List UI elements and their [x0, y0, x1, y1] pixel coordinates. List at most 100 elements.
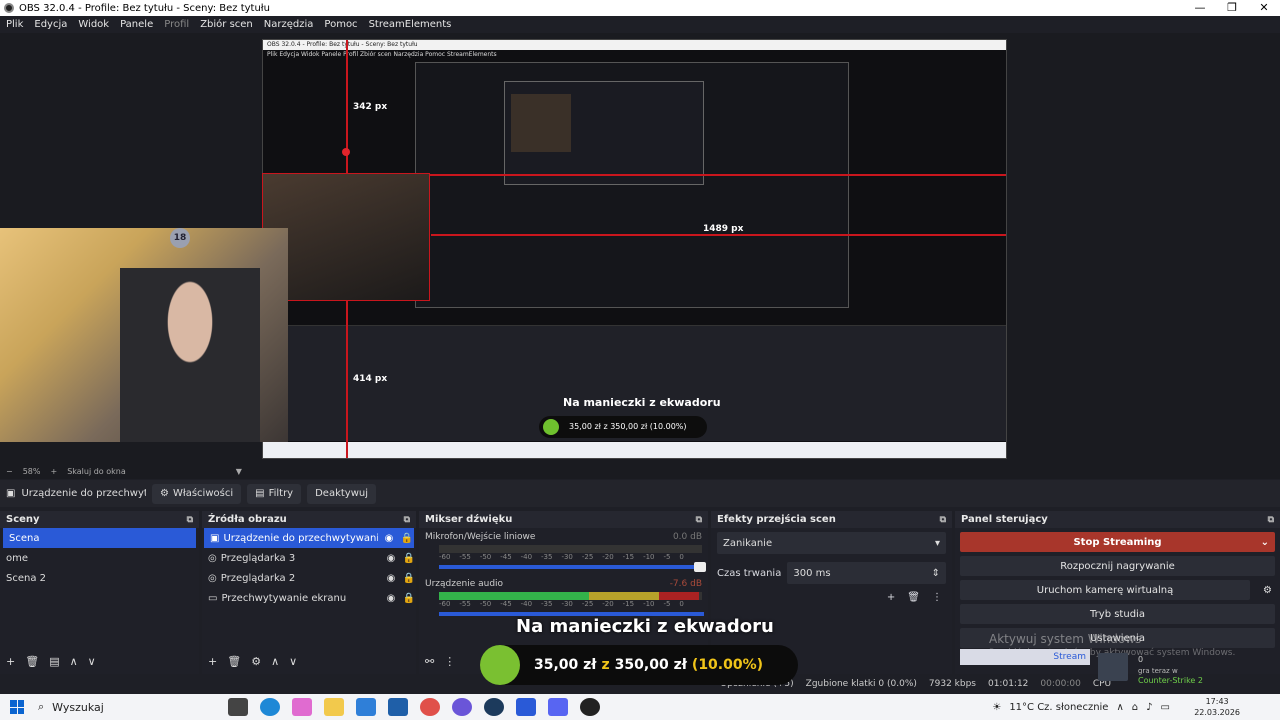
minimize-button[interactable]: — [1184, 0, 1216, 16]
network-icon[interactable]: ⌂ [1132, 702, 1138, 713]
gear-icon[interactable]: ⚙ [1263, 585, 1272, 596]
menu-edycja[interactable]: Edycja [28, 19, 72, 30]
eye-icon[interactable]: ◉ [382, 533, 396, 544]
menu-profil[interactable]: Profil [158, 19, 194, 30]
zoom-out-button[interactable]: − [6, 467, 13, 476]
eye-icon[interactable]: ◉ [384, 573, 398, 584]
guide-handle[interactable] [342, 148, 350, 156]
deactivate-button[interactable]: Deaktywuj [307, 483, 376, 504]
move-up-icon[interactable]: ∧ [271, 655, 279, 668]
menu-pomoc[interactable]: Pomoc [318, 19, 362, 30]
lock-icon[interactable]: 🔒 [402, 573, 416, 584]
windows-taskbar: ⌕ Wyszukaj ☀ 11°C Cz. słonecznie ∧ ⌂ ♪ ▭… [0, 694, 1280, 720]
lock-icon[interactable]: 🔒 [402, 553, 416, 564]
copilot-icon[interactable] [292, 698, 312, 716]
move-up-icon[interactable]: ∧ [70, 655, 78, 668]
close-button[interactable]: ✕ [1248, 0, 1280, 16]
source-item[interactable]: ▣ Urządzenie do przechwytywania wideo ◉ … [204, 528, 414, 548]
volume-slider[interactable] [439, 562, 706, 572]
trash-icon[interactable]: 🗑 [907, 592, 920, 603]
studio-mode-button[interactable]: Tryb studia [960, 604, 1275, 624]
trash-icon[interactable]: 🗑 [25, 655, 39, 668]
duration-input[interactable]: 300 ms ⇕ [787, 562, 946, 584]
outlook-icon[interactable] [356, 698, 376, 716]
editor-icon[interactable] [516, 698, 536, 716]
volume-meter [439, 545, 702, 553]
more-icon[interactable]: ⋮ [932, 592, 942, 603]
weather-text[interactable]: 11°C Cz. słonecznie [1009, 702, 1108, 713]
steam-icon[interactable] [484, 698, 504, 716]
menu-zbior-scen[interactable]: Zbiór scen [194, 19, 258, 30]
lock-icon[interactable]: 🔒 [402, 593, 416, 604]
zoom-mode-select[interactable]: Skaluj do okna [67, 467, 126, 476]
teams-icon[interactable] [548, 698, 568, 716]
scene-item[interactable]: Scena 2 [0, 568, 199, 588]
source-item[interactable]: ◎ Przeglądarka 3 ◉ 🔒 [202, 548, 416, 568]
trash-icon[interactable]: 🗑 [227, 655, 241, 668]
zoom-in-button[interactable]: + [50, 467, 57, 476]
start-recording-button[interactable]: Rozpocznij nagrywanie [960, 556, 1275, 576]
taskbar-search[interactable]: ⌕ Wyszukaj [38, 700, 218, 714]
more-icon[interactable]: ⋮ [444, 655, 455, 668]
discord-icon[interactable] [452, 698, 472, 716]
slider-knob[interactable] [694, 562, 706, 572]
undock-icon[interactable]: ⧉ [940, 515, 946, 525]
edge-icon[interactable] [260, 698, 280, 716]
scene-item[interactable]: ome [0, 548, 199, 568]
battery-icon[interactable]: ▭ [1161, 702, 1170, 713]
store-icon[interactable] [388, 698, 408, 716]
opera-icon[interactable] [420, 698, 440, 716]
move-down-icon[interactable]: ∨ [88, 655, 96, 668]
mixer-channel-desktop: Urządzenie audio -7.6 dB -60 -55 -50 -45 -40… [419, 575, 708, 616]
transition-select[interactable]: Zanikanie ▾ [717, 532, 946, 554]
taskbar-clock[interactable]: 17:43 22.03.2026 [1194, 696, 1240, 718]
virtual-camera-button[interactable]: Uruchom kamerę wirtualną ⚙ [960, 580, 1272, 600]
coin-icon [480, 645, 520, 685]
filter-icon[interactable]: ▤ [49, 655, 59, 668]
chevron-up-icon[interactable]: ∧ [1116, 702, 1123, 713]
add-transition-icon[interactable]: + [887, 592, 895, 603]
obs-taskbar-icon[interactable] [580, 698, 600, 716]
add-source-icon[interactable]: + [208, 655, 217, 668]
nested-obs-title: OBS 32.0.4 - Profile: Bez tytułu - Sceny… [263, 40, 1006, 50]
gear-icon[interactable]: ⚙ [251, 655, 261, 668]
task-view-icon[interactable] [228, 698, 248, 716]
menu-widok[interactable]: Widok [72, 19, 114, 30]
source-toolbar: ▣ Urządzenie do przechwyt ⚙ Właściwości … [0, 480, 1280, 507]
chevron-down-icon[interactable]: ⌄ [1261, 537, 1269, 548]
webcam-source[interactable]: 18 [0, 228, 288, 442]
undock-icon[interactable]: ⧉ [696, 515, 702, 525]
spinner-icon[interactable]: ⇕ [932, 568, 940, 579]
nested-overlay-title: Na manieczki z ekwadoru [563, 396, 721, 409]
move-down-icon[interactable]: ∨ [289, 655, 297, 668]
camera-icon: ▣ [210, 532, 220, 544]
stop-streaming-button[interactable]: Stop Streaming ⌄ [960, 532, 1275, 552]
filters-button[interactable]: ▤ Filtry [247, 483, 302, 504]
properties-button[interactable]: ⚙ Właściwości [152, 483, 242, 504]
eye-icon[interactable]: ◉ [384, 553, 398, 564]
source-item[interactable]: ▭ Przechwytywanie ekranu ◉ 🔒 [202, 588, 416, 608]
scene-item[interactable]: Scena [3, 528, 196, 548]
add-scene-icon[interactable]: + [6, 655, 15, 668]
monitor-icon: ▭ [208, 592, 218, 604]
windows-start-icon[interactable] [10, 700, 24, 714]
menu-streamelements[interactable]: StreamElements [363, 19, 457, 30]
undock-icon[interactable]: ⧉ [187, 515, 193, 525]
window-title: OBS 32.0.4 - Profile: Bez tytułu - Sceny… [19, 2, 270, 14]
chevron-down-icon[interactable]: ▼ [236, 467, 242, 476]
menu-plik[interactable]: Plik [0, 19, 28, 30]
viewer-count: 0 [1138, 655, 1144, 664]
menu-narzedzia[interactable]: Narzędzia [258, 19, 319, 30]
undock-icon[interactable]: ⧉ [404, 515, 410, 525]
speaker-icon[interactable]: ♪ [1146, 702, 1152, 713]
lock-icon[interactable]: 🔒 [400, 533, 414, 544]
source-item[interactable]: ◎ Przeglądarka 2 ◉ 🔒 [202, 568, 416, 588]
maximize-button[interactable]: ❐ [1216, 0, 1248, 16]
preview-area[interactable]: OBS 32.0.4 - Profile: Bez tytułu - Sceny… [0, 33, 1280, 463]
eye-icon[interactable]: ◉ [384, 593, 398, 604]
stream-button[interactable]: Stream [960, 649, 1090, 665]
menu-panele[interactable]: Panele [114, 19, 158, 30]
undock-icon[interactable]: ⧉ [1268, 515, 1274, 525]
file-explorer-icon[interactable] [324, 698, 344, 716]
link-icon[interactable]: ⚯ [425, 655, 434, 668]
